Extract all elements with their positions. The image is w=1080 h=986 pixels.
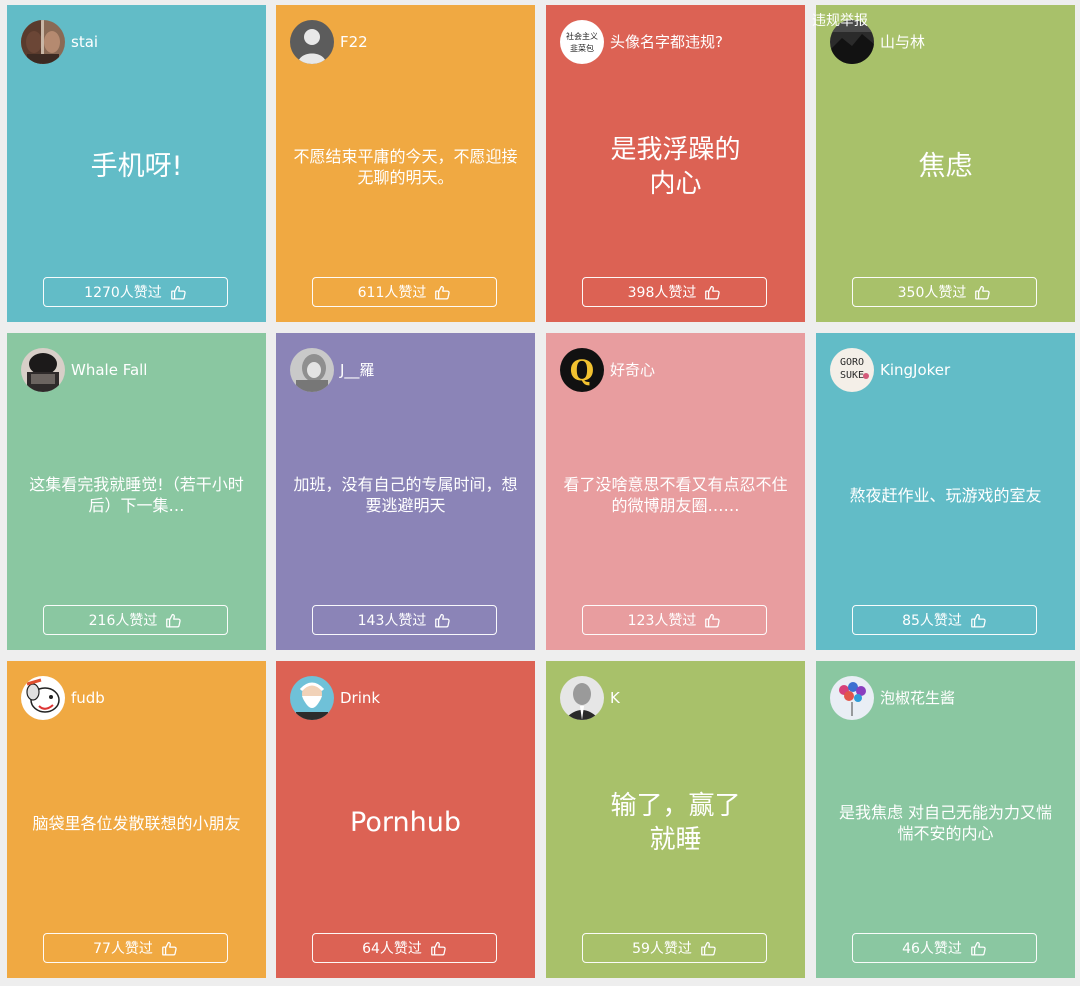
avatar-text-line-2: SUKE [840,370,864,381]
like-count: 216人赞过 [88,613,158,629]
cartoon-dog-avatar[interactable] [21,676,65,720]
post-text: 是我焦虑 对自己无能为力又惴惴不安的内心 [838,803,1053,843]
like-button[interactable]: 216人赞过 [43,605,228,635]
like-button[interactable]: 77人赞过 [43,933,228,963]
username[interactable]: J__羅 [340,361,374,379]
like-count: 46人赞过 [902,941,962,957]
like-count: 64人赞过 [362,941,422,957]
like-count: 85人赞过 [902,613,962,629]
card[interactable]: Drink Pornhub 64人赞过 [276,661,535,978]
card[interactable]: GORO SUKE KingJoker 熬夜赶作业、玩游戏的室友 85人赞过 [816,333,1075,650]
like-button[interactable]: 59人赞过 [582,933,767,963]
card-grid: stai 手机呀! 1270人赞过 F22 不愿结束平庸的今天，不愿迎接无聊的明… [0,0,1080,986]
username[interactable]: stai [71,33,98,51]
thumbs-up-icon [430,940,447,957]
username[interactable]: Whale Fall [71,361,147,379]
post-text: 不愿结束平庸的今天，不愿迎接无聊的明天。 [293,147,518,187]
like-count: 77人赞过 [93,941,153,957]
thumbs-up-icon [434,612,451,629]
card[interactable]: Q 好奇心 看了没啥意思不看又有点忍不住的微博朋友圈…… 123人赞过 [546,333,805,650]
avatar-letter: Q [570,354,594,387]
default-user-silhouette-avatar[interactable] [290,20,334,64]
like-count: 611人赞过 [357,285,427,301]
like-button[interactable]: 85人赞过 [852,605,1037,635]
post-text: 这集看完我就睡觉!（若干小时后）下一集… [29,475,244,515]
username[interactable]: K [610,689,620,707]
colorful-balloons-avatar[interactable] [830,676,874,720]
like-button[interactable]: 611人赞过 [312,277,497,307]
avatar-text-line-2: 韭菜包 [570,43,594,53]
username[interactable]: 泡椒花生酱 [880,689,955,707]
username[interactable]: Drink [340,689,380,707]
post-text: 手机呀! [90,151,183,182]
thumbs-up-icon [170,284,187,301]
like-button[interactable]: 398人赞过 [582,277,767,307]
thumbs-up-icon [974,284,991,301]
bearded-old-man-avatar[interactable] [290,676,334,720]
card[interactable]: stai 手机呀! 1270人赞过 [7,5,266,322]
thumbs-up-icon [165,612,182,629]
grey-hooded-figure-avatar[interactable] [290,348,334,392]
post-text: 输了，赢了就睡 [610,791,741,855]
post-text: 焦虑 [918,151,973,182]
thumbs-up-icon [970,612,987,629]
card[interactable]: J__羅 加班，没有自己的专属时间，想要逃避明天 143人赞过 [276,333,535,650]
card[interactable]: 社会主义韭菜包 头像名字都违规? 是我浮躁的内心 398人赞过 [546,5,805,322]
thumbs-up-icon [434,284,451,301]
like-count: 123人赞过 [627,613,697,629]
like-button[interactable]: 1270人赞过 [43,277,228,307]
post-text: 脑袋里各位发散联想的小朋友 [32,813,241,833]
username[interactable]: 好奇心 [610,361,655,379]
thumbs-up-icon [704,284,721,301]
card[interactable]: 泡椒花生酱 是我焦虑 对自己无能为力又惴惴不安的内心 46人赞过 [816,661,1075,978]
post-text: Pornhub [350,807,461,838]
like-count: 398人赞过 [627,285,697,301]
like-button[interactable]: 143人赞过 [312,605,497,635]
thumbs-up-icon [161,940,178,957]
username[interactable]: fudb [71,689,105,707]
thumbs-up-icon [704,612,721,629]
letter-q-logo-avatar[interactable]: Q [560,348,604,392]
username[interactable]: 头像名字都违规? [610,33,723,51]
card[interactable]: 山与林 焦虑 350人赞过 [816,5,1075,322]
thumbs-up-icon [700,940,717,957]
card[interactable]: F22 不愿结束平庸的今天，不愿迎接无聊的明天。 611人赞过 [276,5,535,322]
post-text: 看了没啥意思不看又有点忍不住的微博朋友圈…… [563,475,788,515]
card[interactable]: Whale Fall 这集看完我就睡觉!（若干小时后）下一集… 216人赞过 [7,333,266,650]
like-count: 143人赞过 [357,613,427,629]
post-text: 加班，没有自己的专属时间，想要逃避明天 [293,475,518,515]
dark-hair-portrait-avatar[interactable] [21,348,65,392]
like-button[interactable]: 123人赞过 [582,605,767,635]
avatar-text-line-1: 社会主义 [566,31,598,41]
username[interactable]: 山与林 [880,33,925,51]
post-text: 是我浮躁的内心 [610,135,741,199]
avatar-text-line-1: GORO [840,357,864,368]
goro-suke-sticker-avatar[interactable]: GORO SUKE [830,348,874,392]
like-button[interactable]: 46人赞过 [852,933,1037,963]
like-count: 1270人赞过 [84,285,162,301]
text-badge-avatar[interactable]: 社会主义 韭菜包 [560,20,604,64]
like-count: 350人赞过 [897,285,967,301]
like-button[interactable]: 350人赞过 [852,277,1037,307]
thumbs-up-icon [970,940,987,957]
man-in-suit-avatar[interactable] [560,676,604,720]
report-link[interactable]: 违规举报 [812,12,868,30]
like-count: 59人赞过 [632,941,692,957]
portrait-two-women-avatar[interactable] [21,20,65,64]
post-text: 熬夜赶作业、玩游戏的室友 [849,485,1042,505]
like-button[interactable]: 64人赞过 [312,933,497,963]
username[interactable]: F22 [340,33,368,51]
card[interactable]: fudb 脑袋里各位发散联想的小朋友 77人赞过 [7,661,266,978]
username[interactable]: KingJoker [880,361,950,379]
card[interactable]: K 输了，赢了就睡 59人赞过 [546,661,805,978]
